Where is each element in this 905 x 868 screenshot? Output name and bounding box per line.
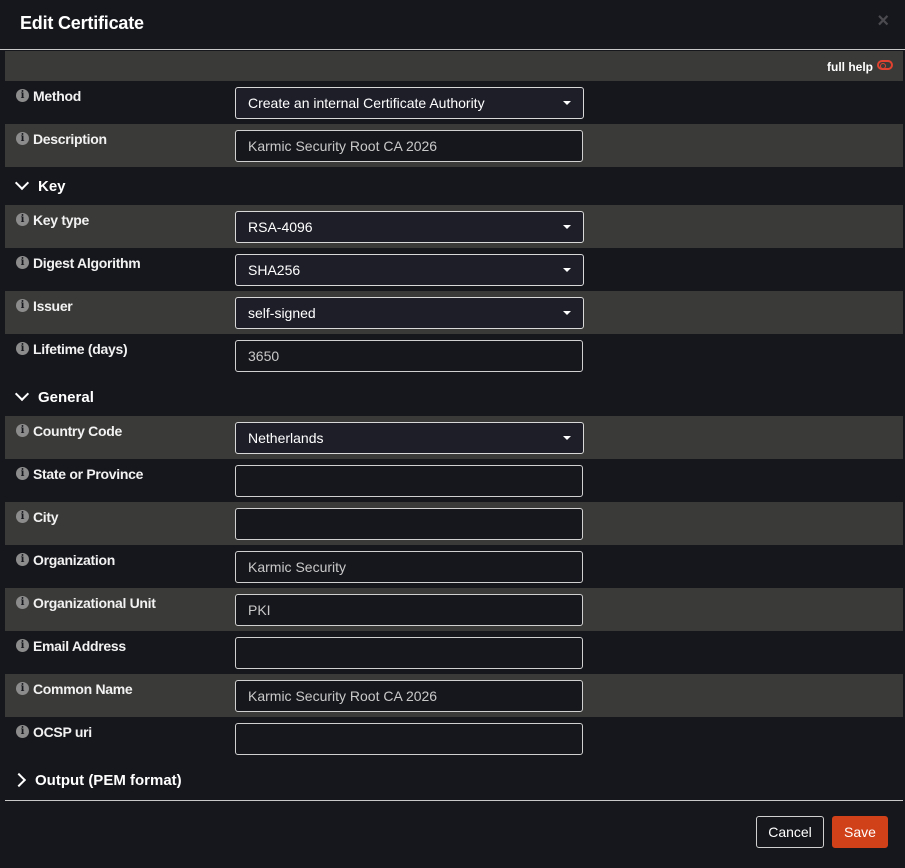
section-output-title: Output (PEM format) [35, 772, 182, 789]
country-label: Country Code [33, 423, 122, 439]
lifetime-input[interactable] [235, 340, 583, 372]
email-label: Email Address [33, 638, 126, 654]
save-button[interactable]: Save [832, 816, 888, 848]
info-icon[interactable]: i [16, 596, 29, 609]
digest-label: Digest Algorithm [33, 255, 141, 271]
row-digest: i Digest Algorithm SHA256 [5, 248, 903, 291]
key-type-label: Key type [33, 212, 89, 228]
row-organization: i Organization [5, 545, 903, 588]
info-icon[interactable]: i [16, 299, 29, 312]
full-help-label: full help [827, 60, 873, 74]
full-help-toggle[interactable] [877, 60, 893, 70]
row-email: i Email Address [5, 631, 903, 674]
country-value: Netherlands [248, 430, 324, 446]
issuer-select[interactable]: self-signed [235, 297, 584, 329]
chevron-down-icon [14, 175, 30, 191]
info-icon[interactable]: i [16, 510, 29, 523]
caret-down-icon [563, 311, 571, 315]
state-input[interactable] [235, 465, 583, 497]
digest-value: SHA256 [248, 262, 301, 278]
method-value: Create an internal Certificate Authority [248, 95, 485, 111]
organization-label: Organization [33, 552, 115, 568]
lifetime-label: Lifetime (days) [33, 341, 128, 357]
info-icon[interactable]: i [16, 467, 29, 480]
organization-input[interactable] [235, 551, 583, 583]
issuer-value: self-signed [248, 305, 316, 321]
caret-down-icon [563, 225, 571, 229]
dialog-header: Edit Certificate × [0, 0, 905, 50]
info-icon[interactable]: i [16, 725, 29, 738]
city-label: City [33, 509, 59, 525]
ocsp-input[interactable] [235, 723, 583, 755]
city-input[interactable] [235, 508, 583, 540]
row-city: i City [5, 502, 903, 545]
state-label: State or Province [33, 466, 144, 482]
section-output-header[interactable]: Output (PEM format) [5, 762, 903, 798]
info-icon[interactable]: i [16, 342, 29, 355]
common-name-label: Common Name [33, 681, 133, 697]
row-common-name: i Common Name [5, 674, 903, 717]
info-icon[interactable]: i [16, 553, 29, 566]
info-icon[interactable]: i [16, 682, 29, 695]
help-bar: full help [5, 51, 903, 81]
digest-select[interactable]: SHA256 [235, 254, 584, 286]
country-select[interactable]: Netherlands [235, 422, 584, 454]
footer-divider [5, 800, 903, 801]
row-issuer: i Issuer self-signed [5, 291, 903, 334]
info-icon[interactable]: i [16, 89, 29, 102]
method-select[interactable]: Create an internal Certificate Authority [235, 87, 584, 119]
section-key-title: Key [38, 178, 66, 195]
caret-down-icon [563, 101, 571, 105]
row-country: i Country Code Netherlands [5, 416, 903, 459]
key-type-select[interactable]: RSA-4096 [235, 211, 584, 243]
cancel-button[interactable]: Cancel [756, 816, 824, 848]
ocsp-label: OCSP uri [33, 724, 92, 740]
toggle-knob [880, 63, 886, 69]
info-icon[interactable]: i [16, 639, 29, 652]
info-icon[interactable]: i [16, 256, 29, 269]
chevron-right-icon [11, 772, 27, 788]
edit-certificate-dialog: Edit Certificate × full help i Method Cr… [0, 0, 905, 868]
email-input[interactable] [235, 637, 583, 669]
key-type-value: RSA-4096 [248, 219, 313, 235]
section-general-title: General [38, 389, 94, 406]
method-label: Method [33, 88, 81, 104]
issuer-label: Issuer [33, 298, 73, 314]
close-icon[interactable]: × [877, 10, 889, 33]
row-lifetime: i Lifetime (days) [5, 334, 903, 377]
org-unit-label: Organizational Unit [33, 595, 156, 611]
info-icon[interactable]: i [16, 132, 29, 145]
info-icon[interactable]: i [16, 424, 29, 437]
row-description: i Description [5, 124, 903, 167]
section-key-header[interactable]: Key [5, 168, 903, 204]
description-label: Description [33, 131, 107, 147]
common-name-input[interactable] [235, 680, 583, 712]
row-org-unit: i Organizational Unit [5, 588, 903, 631]
row-method: i Method Create an internal Certificate … [5, 81, 903, 124]
info-icon[interactable]: i [16, 213, 29, 226]
section-general-header[interactable]: General [5, 379, 903, 415]
row-state: i State or Province [5, 459, 903, 502]
row-ocsp: i OCSP uri [5, 717, 903, 760]
caret-down-icon [563, 268, 571, 272]
description-input[interactable] [235, 130, 583, 162]
chevron-down-icon [14, 386, 30, 402]
dialog-title: Edit Certificate [20, 13, 144, 33]
org-unit-input[interactable] [235, 594, 583, 626]
row-key-type: i Key type RSA-4096 [5, 205, 903, 248]
caret-down-icon [563, 436, 571, 440]
